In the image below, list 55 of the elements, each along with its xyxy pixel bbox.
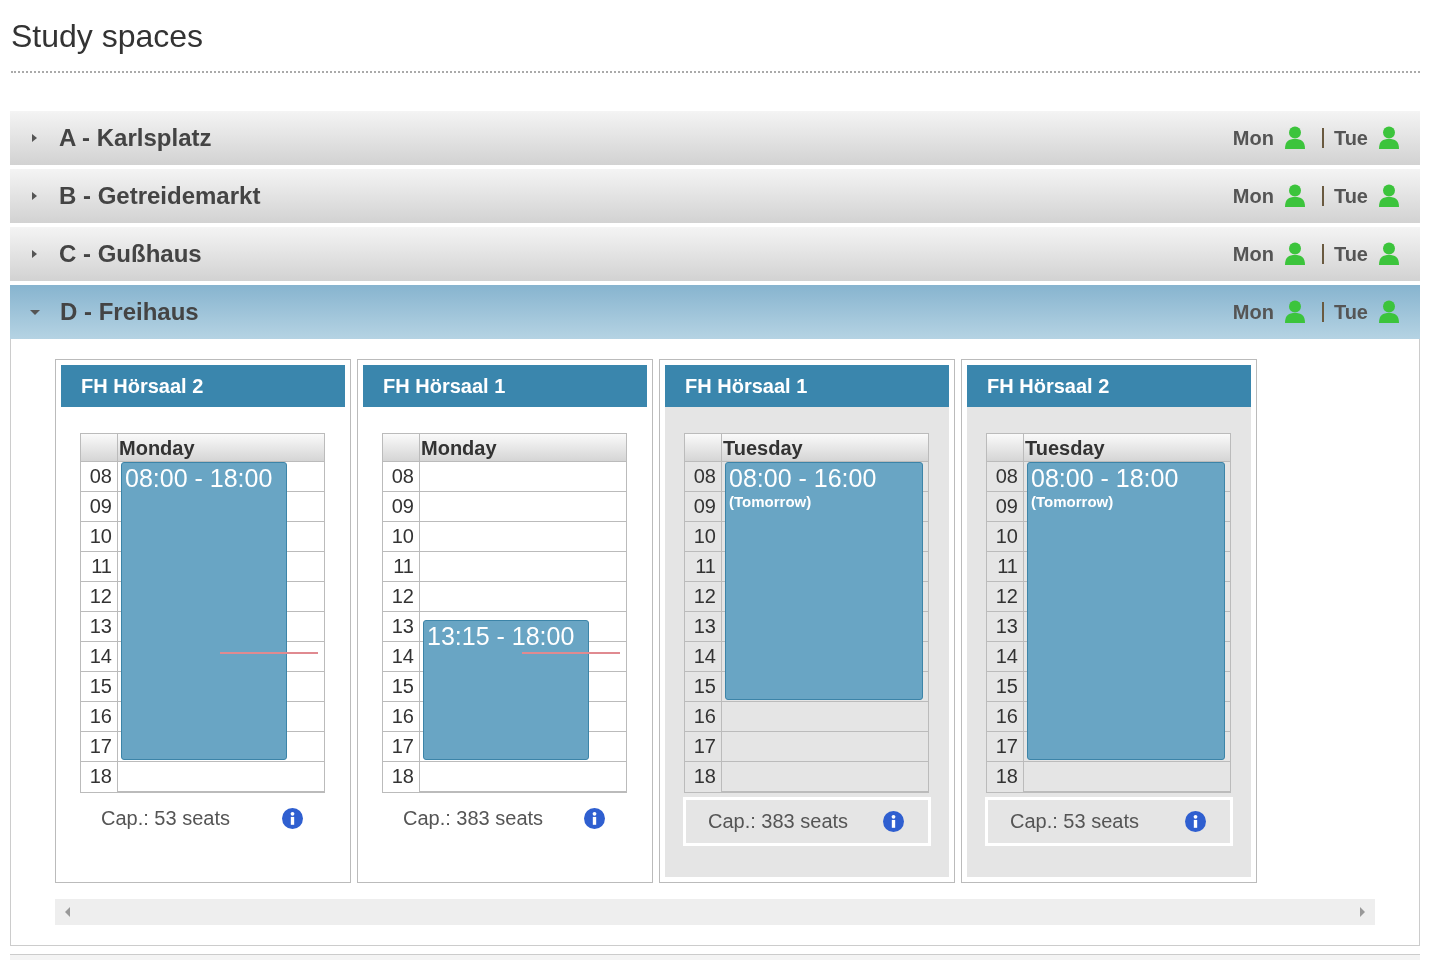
person-icon: [1378, 242, 1400, 266]
booking-note: (Tomorrow): [729, 493, 812, 510]
info-icon[interactable]: [584, 808, 605, 829]
room-title: FH Hörsaal 1: [665, 365, 949, 407]
info-icon[interactable]: [282, 808, 303, 829]
room-title: FH Hörsaal 2: [61, 365, 345, 407]
day-header: Tuesday: [1024, 436, 1105, 461]
day-header: Monday: [420, 436, 497, 461]
day-label: Tue: [1333, 126, 1368, 150]
booking-time: 08:00 - 16:00: [729, 463, 877, 493]
accordion-header[interactable]: D - Freihaus Mon Tue: [10, 285, 1420, 339]
day-header: Tuesday: [722, 436, 803, 461]
capacity-text: Cap.: 53 seats: [1010, 810, 1139, 833]
day-label: Mon: [1232, 300, 1274, 324]
building-name: B - Getreidemarkt: [59, 182, 262, 210]
booking-time: 08:00 - 18:00: [125, 463, 273, 493]
day-label: Mon: [1232, 242, 1274, 266]
caret-icon: [32, 134, 37, 142]
building-name: D - Freihaus: [60, 298, 200, 326]
person-icon: [1283, 184, 1306, 208]
booking-time: 13:15 - 18:00: [427, 620, 575, 651]
building-name: A - Karlsplatz: [59, 124, 213, 152]
day-label: Tue: [1333, 184, 1368, 208]
day-header: Monday: [118, 436, 195, 461]
building-name: C - Gußhaus: [59, 240, 203, 268]
booking-block[interactable]: 08:00 - 16:00 (Tomorrow): [725, 462, 923, 700]
person-icon: [1283, 126, 1306, 150]
person-icon: [1378, 126, 1400, 150]
day-label: Tue: [1333, 242, 1368, 266]
room-title: FH Hörsaal 2: [967, 365, 1251, 407]
caret-icon: [30, 309, 40, 315]
room-title: FH Hörsaal 1: [363, 365, 647, 407]
booking-time: 08:00 - 18:00: [1031, 463, 1179, 493]
booking-block[interactable]: 08:00 - 18:00 (Tomorrow): [1027, 462, 1225, 760]
day-label: Mon: [1232, 184, 1274, 208]
booking-block[interactable]: 08:00 - 18:00: [121, 462, 287, 760]
day-label: Tue: [1333, 300, 1368, 324]
capacity-text: Cap.: 383 seats: [708, 810, 849, 833]
capacity-text: Cap.: 383 seats: [403, 807, 544, 830]
day-label: Mon: [1232, 126, 1274, 150]
info-icon[interactable]: [883, 811, 904, 832]
caret-icon: [32, 250, 37, 258]
booking-block[interactable]: 13:15 - 18:00: [423, 619, 589, 760]
person-icon: [1283, 300, 1306, 324]
booking-note: (Tomorrow): [1031, 493, 1114, 510]
capacity-text: Cap.: 53 seats: [101, 807, 230, 830]
caret-icon: [32, 192, 37, 200]
accordion-header[interactable]: A - Karlsplatz Mon Tue: [10, 111, 1420, 165]
person-icon: [1283, 242, 1306, 266]
person-icon: [1378, 184, 1400, 208]
page-title: Study spaces: [11, 18, 1420, 73]
accordion-header[interactable]: B - Getreidemarkt Mon Tue: [10, 169, 1420, 223]
info-icon[interactable]: [1185, 811, 1206, 832]
person-icon: [1378, 300, 1400, 324]
accordion-header[interactable]: C - Gußhaus Mon Tue: [10, 227, 1420, 281]
